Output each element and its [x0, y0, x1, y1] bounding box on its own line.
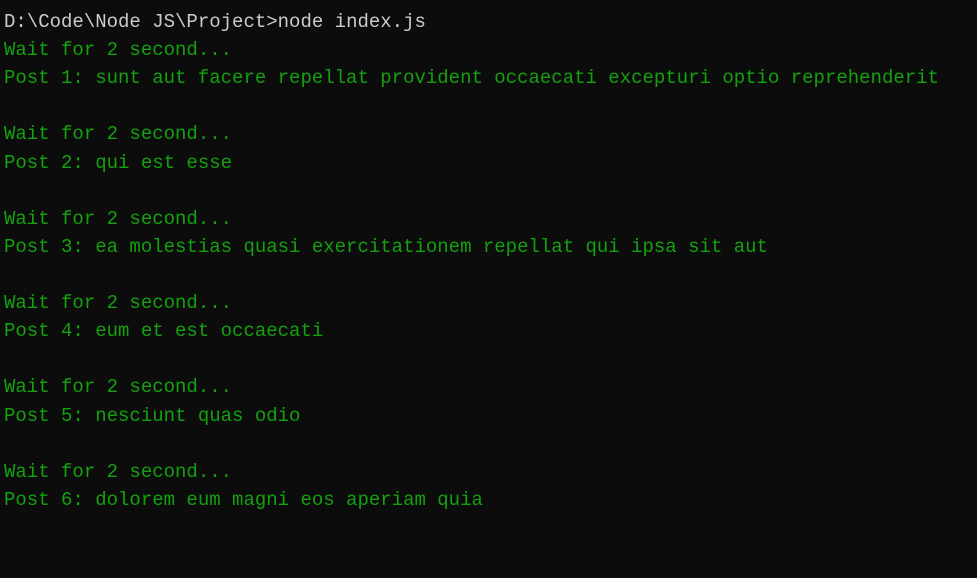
prompt-path: D:\Code\Node JS\Project> — [4, 11, 278, 33]
command-text: node index.js — [278, 11, 426, 33]
terminal-window[interactable]: D:\Code\Node JS\Project>node index.js Wa… — [4, 8, 977, 514]
output-container: Wait for 2 second... Post 1: sunt aut fa… — [4, 36, 977, 514]
